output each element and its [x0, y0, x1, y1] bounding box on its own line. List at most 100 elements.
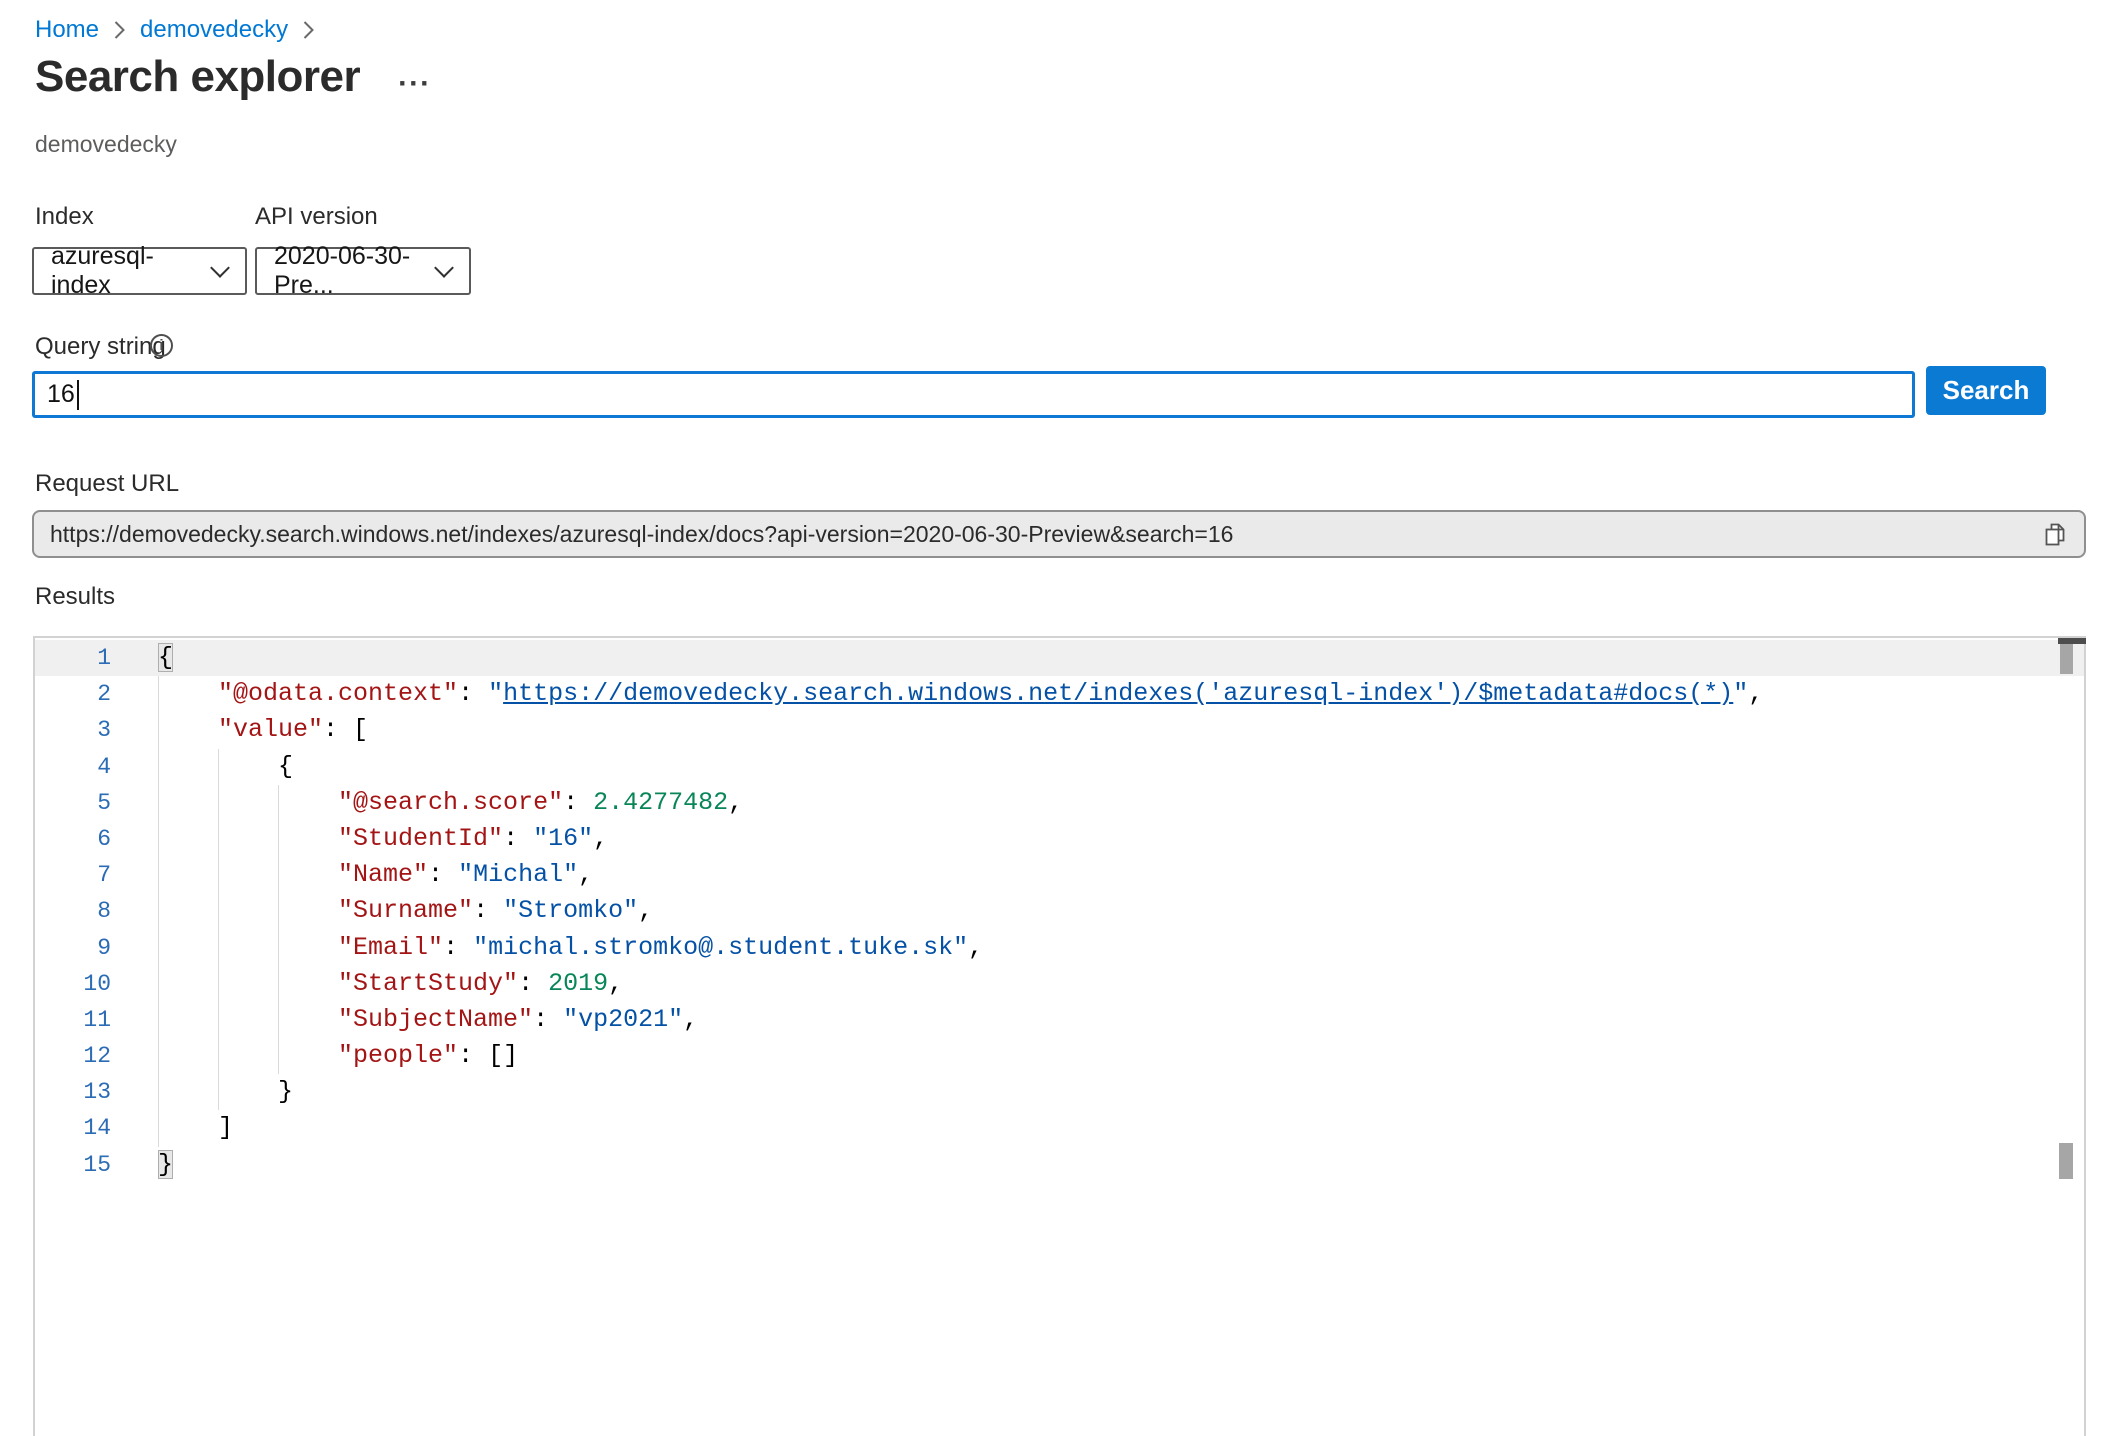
code-line: 14 ]: [35, 1110, 2084, 1146]
indent-guide: [158, 857, 159, 893]
indent-guide: [158, 676, 159, 712]
indent-guide: [158, 712, 159, 748]
line-number: 9: [35, 930, 111, 966]
query-string-input[interactable]: 16: [32, 371, 1915, 418]
results-json-editor[interactable]: 1{2 "@odata.context": "https://demovedec…: [33, 636, 2086, 1436]
index-dropdown-value: azuresql-index: [51, 242, 199, 300]
code-line: 13 }: [35, 1074, 2084, 1110]
indent-guide: [158, 893, 159, 929]
info-icon[interactable]: i: [150, 334, 173, 357]
line-content: "value": [: [111, 712, 2084, 748]
code-line: 15}: [35, 1147, 2084, 1183]
indent-guide: [158, 1074, 159, 1110]
api-version-label: API version: [255, 203, 378, 231]
line-number: 7: [35, 857, 111, 893]
indent-guide: [158, 749, 159, 785]
line-number: 15: [35, 1147, 111, 1183]
line-number: 5: [35, 785, 111, 821]
indent-guide: [158, 821, 159, 857]
api-version-dropdown[interactable]: 2020-06-30-Pre...: [255, 247, 471, 295]
chevron-right-icon: [302, 19, 315, 41]
indent-guide: [218, 857, 219, 893]
indent-guide: [278, 1038, 279, 1074]
page-scrollbar-thumb[interactable]: [2059, 1143, 2073, 1179]
results-label: Results: [35, 583, 115, 611]
request-url-label: Request URL: [35, 470, 179, 498]
line-number: 8: [35, 893, 111, 929]
indent-guide: [218, 930, 219, 966]
line-content: }: [111, 1147, 2084, 1183]
indent-guide: [278, 966, 279, 1002]
indent-guide: [218, 966, 219, 1002]
index-label: Index: [35, 203, 94, 231]
indent-guide: [218, 1038, 219, 1074]
chevron-right-icon: [113, 19, 126, 41]
indent-guide: [158, 966, 159, 1002]
line-number: 14: [35, 1110, 111, 1146]
chevron-down-icon: [434, 258, 454, 278]
page-subtitle: demovedecky: [35, 131, 177, 158]
indent-guide: [278, 893, 279, 929]
code-line: 1{: [35, 640, 2084, 676]
index-dropdown[interactable]: azuresql-index: [32, 247, 247, 295]
chevron-down-icon: [210, 258, 230, 278]
line-content: {: [111, 749, 2084, 785]
code-line: 6 "StudentId": "16",: [35, 821, 2084, 857]
indent-guide: [158, 1002, 159, 1038]
request-url-field: https://demovedecky.search.windows.net/i…: [32, 510, 2086, 558]
line-content: {: [111, 640, 2084, 676]
line-number: 13: [35, 1074, 111, 1110]
api-version-dropdown-value: 2020-06-30-Pre...: [274, 242, 423, 300]
indent-guide: [158, 1110, 159, 1146]
line-content: "StartStudy": 2019,: [111, 966, 2084, 1002]
code-line: 7 "Name": "Michal",: [35, 857, 2084, 893]
indent-guide: [218, 749, 219, 785]
indent-guide: [158, 1038, 159, 1074]
line-number: 10: [35, 966, 111, 1002]
indent-guide: [278, 857, 279, 893]
indent-guide: [218, 785, 219, 821]
indent-guide: [278, 930, 279, 966]
code-line: 5 "@search.score": 2.4277482,: [35, 785, 2084, 821]
indent-guide: [218, 1002, 219, 1038]
code-line: 4 {: [35, 749, 2084, 785]
indent-guide: [278, 821, 279, 857]
line-content: "StudentId": "16",: [111, 821, 2084, 857]
line-content: "Name": "Michal",: [111, 857, 2084, 893]
line-number: 4: [35, 749, 111, 785]
code-area: 1{2 "@odata.context": "https://demovedec…: [35, 640, 2084, 1183]
line-number: 1: [35, 640, 111, 676]
indent-guide: [158, 785, 159, 821]
breadcrumb-home-link[interactable]: Home: [35, 16, 99, 44]
line-content: "Surname": "Stromko",: [111, 893, 2084, 929]
line-content: "Email": "michal.stromko@.student.tuke.s…: [111, 930, 2084, 966]
line-content: "@odata.context": "https://demovedecky.s…: [111, 676, 2084, 712]
indent-guide: [278, 1002, 279, 1038]
line-number: 11: [35, 1002, 111, 1038]
line-content: }: [111, 1074, 2084, 1110]
breadcrumb-service-link[interactable]: demovedecky: [140, 16, 288, 44]
line-number: 6: [35, 821, 111, 857]
indent-guide: [218, 1074, 219, 1110]
request-url-value: https://demovedecky.search.windows.net/i…: [50, 521, 1233, 548]
line-content: "people": []: [111, 1038, 2084, 1074]
code-line: 12 "people": []: [35, 1038, 2084, 1074]
indent-guide: [158, 930, 159, 966]
indent-guide: [278, 785, 279, 821]
code-line: 9 "Email": "michal.stromko@.student.tuke…: [35, 930, 2084, 966]
line-number: 2: [35, 676, 111, 712]
search-button[interactable]: Search: [1926, 366, 2046, 415]
code-line: 2 "@odata.context": "https://demovedecky…: [35, 676, 2084, 712]
page-title: Search explorer: [35, 52, 360, 102]
line-content: "@search.score": 2.4277482,: [111, 785, 2084, 821]
line-number: 3: [35, 712, 111, 748]
breadcrumb: Home demovedecky: [35, 16, 329, 44]
line-content: "SubjectName": "vp2021",: [111, 1002, 2084, 1038]
line-content: ]: [111, 1110, 2084, 1146]
copy-icon[interactable]: [2042, 520, 2068, 548]
line-number: 12: [35, 1038, 111, 1074]
editor-scrollbar-thumb[interactable]: [2060, 644, 2073, 674]
code-line: 8 "Surname": "Stromko",: [35, 893, 2084, 929]
more-options-icon[interactable]: ···: [398, 79, 431, 89]
indent-guide: [218, 893, 219, 929]
